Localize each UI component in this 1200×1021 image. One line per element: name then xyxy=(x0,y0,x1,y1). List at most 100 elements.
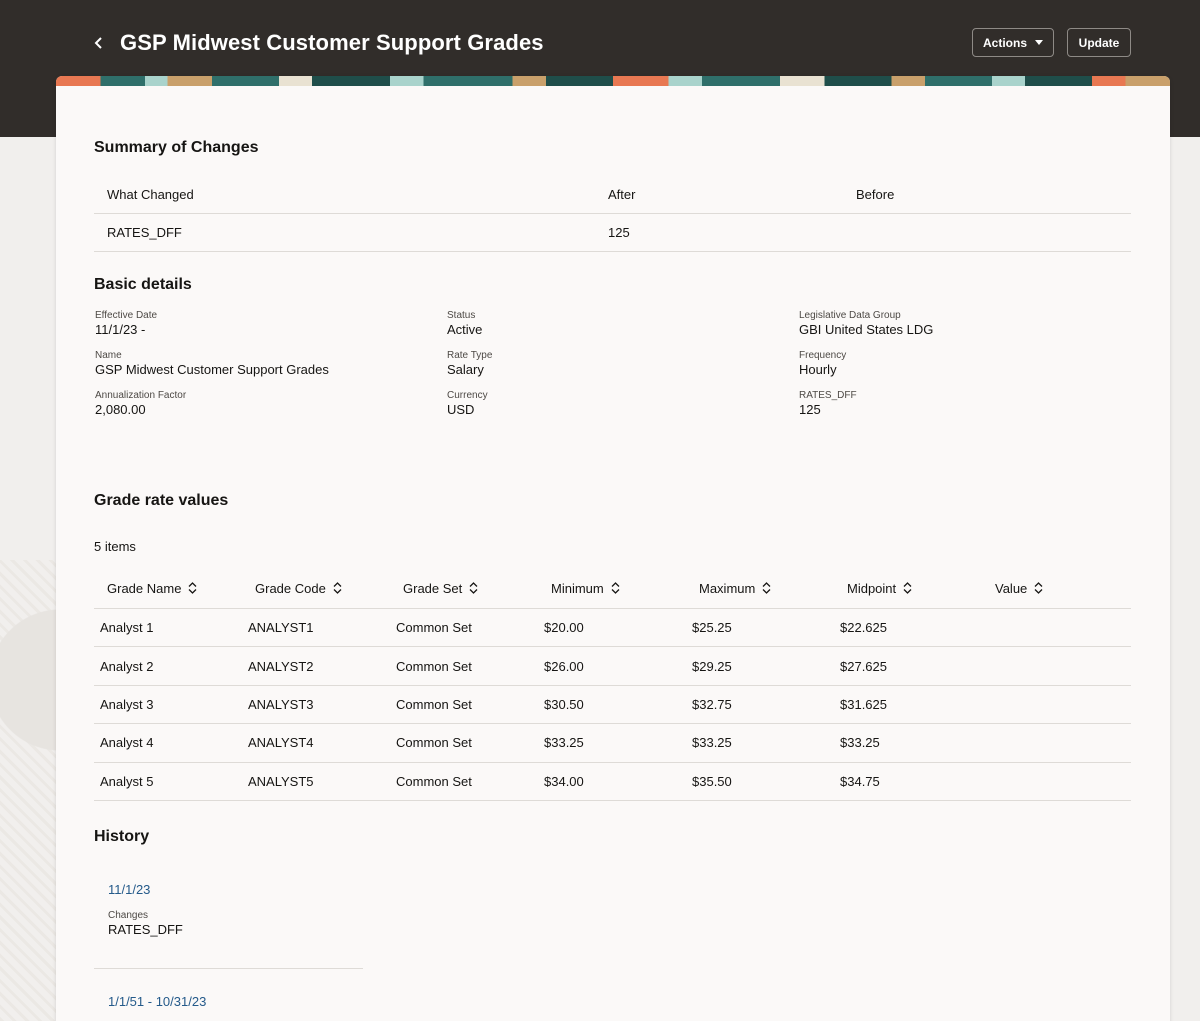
detail-legislative-data-group: Legislative Data Group GBI United States… xyxy=(799,309,933,338)
table-row[interactable]: Analyst 1 ANALYST1 Common Set $20.00 $25… xyxy=(94,609,1131,648)
cell-grade-code: ANALYST4 xyxy=(248,735,314,751)
cell-maximum: $29.25 xyxy=(692,658,732,674)
detail-annualization-factor: Annualization Factor 2,080.00 xyxy=(95,389,186,418)
detail-value: USD xyxy=(447,402,475,417)
column-header-label: Grade Set xyxy=(403,580,463,596)
chevron-left-icon xyxy=(94,37,102,49)
cell-minimum: $20.00 xyxy=(544,620,584,636)
column-header-value[interactable]: Value xyxy=(982,581,1130,596)
cell-grade-set: Common Set xyxy=(396,696,472,712)
table-row[interactable]: Analyst 3 ANALYST3 Common Set $30.50 $32… xyxy=(94,686,1131,725)
detail-label: RATES_DFF xyxy=(799,390,857,401)
items-count: 5 items xyxy=(94,539,136,554)
cell-grade-set: Common Set xyxy=(396,735,472,751)
cell-grade-name: Analyst 4 xyxy=(100,735,154,751)
detail-label: Frequency xyxy=(799,350,847,361)
grade-table-header: Grade Name Grade Code Grade Set Minimum … xyxy=(94,568,1131,609)
cell-midpoint: $31.625 xyxy=(840,696,887,712)
grade-rate-values-title: Grade rate values xyxy=(94,492,229,509)
summary-table: What Changed After Before RATES_DFF 125 xyxy=(94,176,1131,252)
column-header-what-changed: What Changed xyxy=(107,187,194,202)
sort-icon[interactable] xyxy=(903,582,912,594)
detail-currency: Currency USD xyxy=(447,389,488,418)
table-row[interactable]: Analyst 5 ANALYST5 Common Set $34.00 $35… xyxy=(94,763,1131,801)
sort-icon[interactable] xyxy=(469,582,478,594)
cell-minimum: $34.00 xyxy=(544,773,584,789)
column-header-label: Midpoint xyxy=(847,580,897,596)
column-header-label: Grade Code xyxy=(255,580,326,596)
column-header-label: Maximum xyxy=(699,580,756,596)
cell-maximum: $25.25 xyxy=(692,620,732,636)
table-row[interactable]: Analyst 2 ANALYST2 Common Set $26.00 $29… xyxy=(94,647,1131,686)
summary-section-title: Summary of Changes xyxy=(94,139,259,156)
detail-value: GBI United States LDG xyxy=(799,322,934,337)
cell-grade-code: ANALYST3 xyxy=(248,696,314,712)
cell-maximum: $35.50 xyxy=(692,773,732,789)
column-header-after: After xyxy=(608,187,636,202)
summary-what-changed: RATES_DFF xyxy=(107,225,182,240)
sort-icon[interactable] xyxy=(762,582,771,594)
detail-value: Active xyxy=(447,322,483,337)
cell-midpoint: $22.625 xyxy=(840,620,887,636)
sort-icon[interactable] xyxy=(188,582,197,594)
page-title: GSP Midwest Customer Support Grades xyxy=(120,30,544,55)
history-divider xyxy=(94,968,363,969)
cell-grade-code: ANALYST1 xyxy=(248,620,314,636)
column-header-label: Minimum xyxy=(551,580,604,596)
column-header-label: Value xyxy=(995,580,1028,596)
cell-minimum: $26.00 xyxy=(544,658,584,674)
detail-value: 2,080.00 xyxy=(95,402,146,417)
detail-value: Salary xyxy=(447,362,484,377)
column-header-maximum[interactable]: Maximum xyxy=(686,581,834,596)
column-header-grade-code[interactable]: Grade Code xyxy=(242,581,390,596)
detail-value: 11/1/23 - xyxy=(95,322,146,337)
cell-midpoint: $34.75 xyxy=(840,773,880,789)
detail-label: Currency xyxy=(447,390,488,401)
table-row[interactable]: Analyst 4 ANALYST4 Common Set $33.25 $33… xyxy=(94,724,1131,763)
actions-button-label: Actions xyxy=(982,35,1027,50)
cell-minimum: $33.25 xyxy=(544,735,584,751)
column-header-grade-set[interactable]: Grade Set xyxy=(390,581,538,596)
detail-label: Effective Date xyxy=(95,310,158,321)
cell-grade-set: Common Set xyxy=(396,658,472,674)
column-header-grade-name[interactable]: Grade Name xyxy=(94,581,242,596)
back-button[interactable] xyxy=(88,31,110,55)
cell-minimum: $30.50 xyxy=(544,696,584,712)
actions-button[interactable]: Actions xyxy=(972,28,1054,57)
cell-grade-name: Analyst 1 xyxy=(100,620,154,636)
summary-table-header: What Changed After Before xyxy=(94,176,1131,214)
detail-value: Hourly xyxy=(799,362,837,377)
detail-rate-type: Rate Type Salary xyxy=(447,349,492,378)
sort-icon[interactable] xyxy=(1034,582,1043,594)
update-button[interactable]: Update xyxy=(1067,28,1131,57)
detail-label: Changes xyxy=(108,910,149,921)
cell-grade-code: ANALYST5 xyxy=(248,773,314,789)
summary-row: RATES_DFF 125 xyxy=(94,214,1131,252)
cell-grade-set: Common Set xyxy=(396,773,472,789)
basic-details-title: Basic details xyxy=(94,276,192,293)
detail-label: Status xyxy=(447,310,476,321)
decorative-banner xyxy=(56,76,1170,86)
update-button-label: Update xyxy=(1078,35,1120,50)
detail-value: GSP Midwest Customer Support Grades xyxy=(95,362,329,377)
history-date-link[interactable]: 1/1/51 - 10/31/23 xyxy=(108,994,206,1009)
cell-maximum: $33.25 xyxy=(692,735,732,751)
detail-rates-dff: RATES_DFF 125 xyxy=(799,389,857,418)
detail-label: Annualization Factor xyxy=(95,390,187,401)
sort-icon[interactable] xyxy=(611,582,620,594)
column-header-label: Grade Name xyxy=(107,580,182,596)
cell-grade-name: Analyst 2 xyxy=(100,658,154,674)
detail-label: Legislative Data Group xyxy=(799,310,901,321)
cell-midpoint: $27.625 xyxy=(840,658,887,674)
cell-maximum: $32.75 xyxy=(692,696,732,712)
sort-icon[interactable] xyxy=(333,582,342,594)
column-header-minimum[interactable]: Minimum xyxy=(538,581,686,596)
column-header-before: Before xyxy=(856,187,895,202)
column-header-midpoint[interactable]: Midpoint xyxy=(834,581,982,596)
detail-effective-date: Effective Date 11/1/23 - xyxy=(95,309,157,338)
history-date-link[interactable]: 11/1/23 xyxy=(108,882,150,897)
history-changes: Changes RATES_DFF xyxy=(108,909,183,938)
cell-midpoint: $33.25 xyxy=(840,735,880,751)
cell-grade-set: Common Set xyxy=(396,620,472,636)
cell-grade-name: Analyst 3 xyxy=(100,696,154,712)
